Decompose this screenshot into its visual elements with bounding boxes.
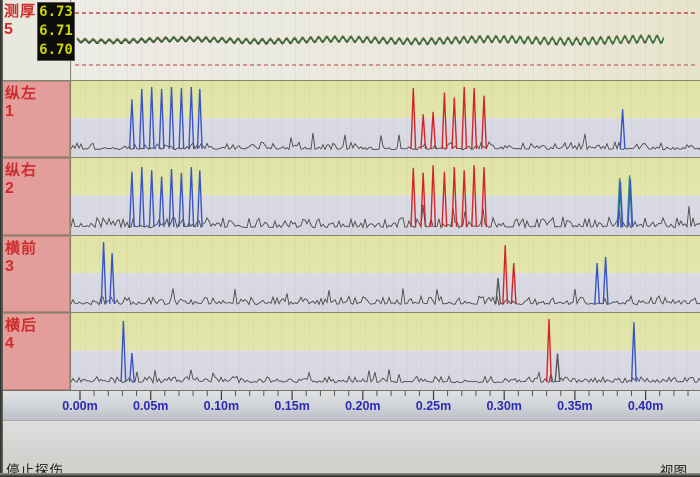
axis-tick-label: 0.20m xyxy=(345,399,380,413)
spike-group-blue xyxy=(130,87,203,149)
channel-strip-4: 横后 4 xyxy=(0,312,700,390)
axis-tick-label: 0.10m xyxy=(204,399,239,413)
channel-label-panel-3: 横前 3 xyxy=(0,236,70,312)
waveform-area-1 xyxy=(70,81,700,157)
spike-group-blue xyxy=(632,322,637,382)
channel-strip-1: 纵左 1 xyxy=(0,80,700,157)
thickness-trace-plot xyxy=(71,0,700,80)
spike-group-red xyxy=(411,87,486,149)
spike-group-blue xyxy=(620,109,625,149)
channel-name: 横前 xyxy=(5,240,69,258)
waveform-plot-2 xyxy=(71,158,700,235)
waveform-area-thickness xyxy=(70,0,700,80)
spike-group-blue xyxy=(130,167,203,227)
spike-group-blue xyxy=(595,257,608,304)
thickness-value: 6.71 xyxy=(38,22,74,41)
channel-label-panel-1: 纵左 1 xyxy=(0,81,70,157)
channel-strip-2: 纵右 2 xyxy=(0,157,700,235)
spike-group-red xyxy=(411,165,486,227)
axis-tick-label: 0.40m xyxy=(628,399,663,413)
waveform-plot-1 xyxy=(71,81,700,157)
spike-group-gray xyxy=(555,354,560,382)
noise-trace xyxy=(71,205,700,228)
waveform-plot-4 xyxy=(71,313,700,390)
distance-axis: 0.00m 0.05m 0.10m 0.15m 0.20m 0.25m 0.30m 0.35m… xyxy=(0,390,700,420)
waveform-area-3 xyxy=(70,236,700,312)
axis-tick-label: 0.35m xyxy=(557,399,592,413)
noise-trace xyxy=(71,133,700,150)
axis-tick-label: 0.15m xyxy=(274,399,309,413)
photo-edge xyxy=(0,0,3,477)
channel-label-panel-4: 横后 4 xyxy=(0,313,70,390)
toolbar: 通道 范围 增益 闸门 A ∨ 门起 门宽 门高 ▲ ▼ 显示 xyxy=(0,420,700,457)
noise-trace xyxy=(71,288,700,305)
channel-strip-3: 横前 3 xyxy=(0,235,700,312)
thickness-readings-display: 6.73 6.71 6.70 xyxy=(37,2,75,61)
channel-number: 2 xyxy=(5,180,69,198)
waveform-area-2 xyxy=(70,158,700,235)
noise-trace xyxy=(71,369,700,382)
axis-tick-label: 0.30m xyxy=(486,399,521,413)
channel-label-panel-2: 纵右 2 xyxy=(0,158,70,235)
channel-name: 横后 xyxy=(5,317,69,335)
waveform-area-4 xyxy=(70,313,700,390)
spike-group-red xyxy=(547,319,552,382)
channel-number: 3 xyxy=(5,258,69,276)
channel-strip-thickness: 测厚 5 6.73 6.71 6.70 xyxy=(0,0,700,80)
minor-ticks xyxy=(94,391,688,396)
thickness-value: 6.70 xyxy=(38,41,74,60)
thickness-value: 6.73 xyxy=(38,3,74,22)
spike-group-red xyxy=(503,245,516,304)
channel-number: 4 xyxy=(5,335,69,353)
flaw-detector-app: 测厚 5 6.73 6.71 6.70 纵左 1 纵右 2 xyxy=(0,0,700,477)
spike-group-blue xyxy=(121,321,134,382)
photo-edge xyxy=(0,473,700,477)
waveform-plot-3 xyxy=(71,236,700,312)
channel-name: 纵左 xyxy=(5,85,69,103)
spike-group-blue xyxy=(101,242,114,304)
channel-number: 1 xyxy=(5,103,69,121)
axis-tick-label: 0.00m xyxy=(62,399,97,413)
axis-tick-label: 0.25m xyxy=(416,399,451,413)
axis-tick-label: 0.05m xyxy=(133,399,168,413)
channel-name: 纵右 xyxy=(5,162,69,180)
